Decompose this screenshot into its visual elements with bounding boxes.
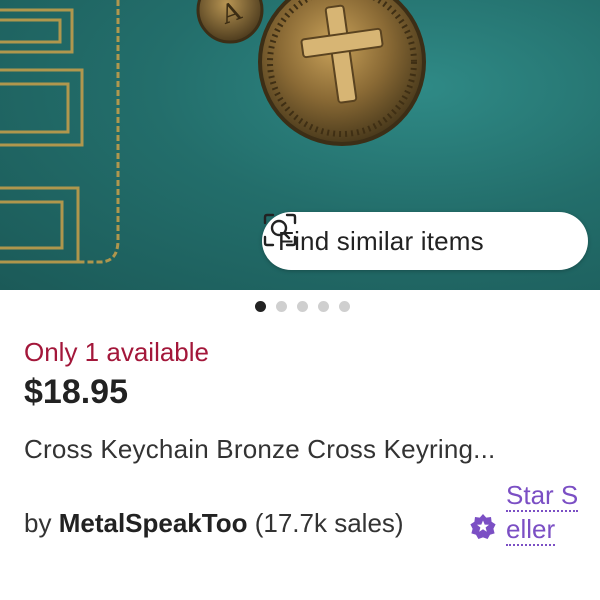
star-seller-link[interactable]: Star Seller [506, 478, 586, 546]
by-label: by [24, 508, 52, 538]
carousel-dot[interactable] [338, 301, 350, 312]
carousel-dot[interactable] [254, 301, 266, 312]
find-similar-items-label: Find similar items [278, 225, 484, 256]
availability-notice: Only 1 available [24, 337, 209, 367]
carousel-dot[interactable] [296, 301, 308, 312]
image-carousel-indicator [0, 301, 600, 315]
carousel-dot[interactable] [275, 301, 287, 312]
shop-name-link[interactable]: MetalSpeakToo [59, 508, 248, 538]
visual-search-icon [263, 213, 297, 247]
product-price: $18.95 [24, 373, 128, 411]
star-seller-label: Star Seller [506, 480, 579, 546]
find-similar-items-button[interactable]: Find similar items [262, 212, 588, 270]
shop-sales-count: (17.7k sales) [254, 508, 404, 538]
carousel-dot[interactable] [317, 301, 329, 312]
product-title[interactable]: Cross Keychain Bronze Cross Keyring... [24, 434, 580, 465]
star-seller-badge-icon [470, 514, 496, 539]
product-image[interactable]: A Find similar items [0, 0, 600, 290]
seller-info: by MetalSpeakToo (17.7k sales) [24, 508, 404, 539]
